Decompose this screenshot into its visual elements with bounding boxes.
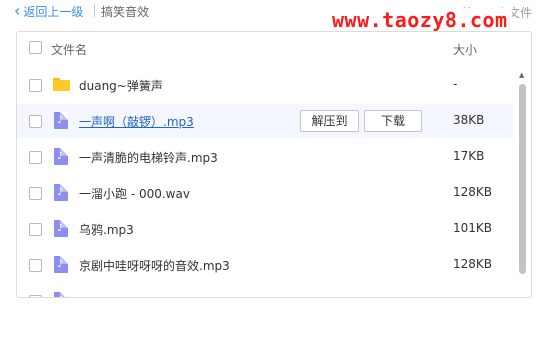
audio-file-icon: ♪: [54, 112, 68, 129]
audio-file-icon: ♪: [54, 292, 68, 297]
row-checkbox[interactable]: [29, 187, 42, 200]
file-name[interactable]: 乌鸦.mp3: [79, 221, 134, 238]
back-link[interactable]: ‹ 返回上一级: [14, 0, 84, 20]
file-name[interactable]: 一声清脆的电梯铃声.mp3: [79, 149, 218, 166]
file-size: 128KB: [453, 257, 493, 271]
audio-file-icon: ♪: [54, 184, 68, 201]
file-size: -: [453, 77, 458, 91]
file-row[interactable]: ♪ 京剧中哇呀呀呀的音效.mp3 128KB: [17, 248, 513, 282]
watermark: www.taozy8.com: [328, 8, 512, 32]
row-checkbox[interactable]: [29, 151, 42, 164]
breadcrumb-current: 搞笑音效: [101, 5, 150, 19]
folder-icon: [53, 78, 70, 91]
scroll-up-icon[interactable]: ▲: [519, 71, 524, 79]
audio-file-icon: ♪: [54, 220, 68, 237]
audio-file-icon: ♪: [54, 148, 68, 165]
file-size: 128KB: [453, 185, 493, 199]
row-checkbox[interactable]: [29, 79, 42, 92]
unzip-button[interactable]: 解压到: [300, 110, 359, 132]
file-size: 17KB: [453, 149, 485, 163]
table-header: 文件名 大小: [17, 32, 531, 65]
column-header-name: 文件名: [51, 43, 88, 57]
file-row-partial[interactable]: ♪: [17, 284, 513, 297]
file-size: 38KB: [453, 113, 485, 127]
file-name[interactable]: duang~弹簧声: [79, 77, 163, 94]
audio-file-icon: ♪: [54, 256, 68, 273]
file-name[interactable]: 一声啊（敲锣）.mp3: [79, 113, 194, 130]
file-row[interactable]: ♪ 一声啊（敲锣）.mp3 解压到 下载 38KB: [17, 104, 513, 138]
file-name[interactable]: 一溜小跑 - 000.wav: [79, 185, 190, 202]
column-header-size: 大小: [453, 43, 478, 57]
download-button[interactable]: 下载: [364, 110, 422, 132]
breadcrumb-separator: [94, 4, 95, 17]
file-row[interactable]: ♪ 乌鸦.mp3 101KB: [17, 212, 513, 246]
file-name[interactable]: 京剧中哇呀呀呀的音效.mp3: [79, 257, 230, 274]
row-checkbox[interactable]: [29, 259, 42, 272]
file-rows: duang~弹簧声 - ♪ 一声啊（敲锣）.mp3 解压到 下载 38KB ♪ …: [17, 68, 517, 297]
row-checkbox[interactable]: [29, 115, 42, 128]
back-label: 返回上一级: [23, 5, 84, 19]
chevron-left-icon: ‹: [14, 0, 21, 20]
file-row[interactable]: ♪ 一声清脆的电梯铃声.mp3 17KB: [17, 140, 513, 174]
file-list-panel: 文件名 大小 duang~弹簧声 - ♪ 一声啊（敲锣）.mp3 解压到 下载 …: [16, 31, 532, 298]
scrollbar-thumb[interactable]: [519, 84, 526, 274]
row-checkbox[interactable]: [29, 295, 42, 297]
file-row[interactable]: ♪ 一溜小跑 - 000.wav 128KB: [17, 176, 513, 210]
select-all-checkbox[interactable]: [29, 41, 42, 54]
file-row-folder[interactable]: duang~弹簧声 -: [17, 68, 513, 102]
file-size: 101KB: [453, 221, 493, 235]
row-checkbox[interactable]: [29, 223, 42, 236]
